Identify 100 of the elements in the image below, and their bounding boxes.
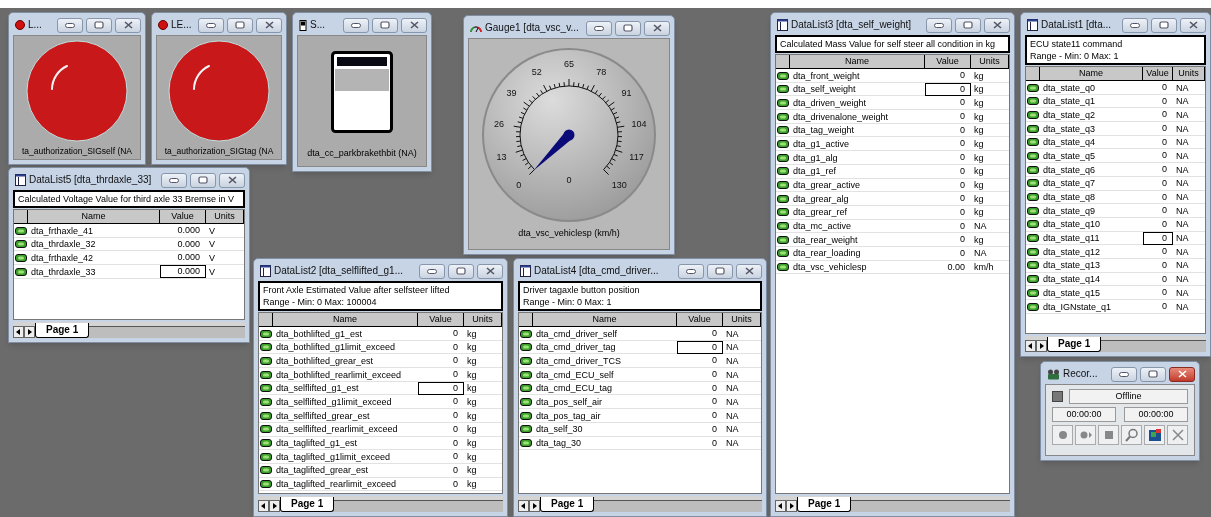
value-cell-text: 0: [711, 422, 718, 436]
units-text: kg: [973, 137, 985, 150]
column-header[interactable]: Name: [273, 313, 418, 326]
page-tab[interactable]: Page 1: [797, 497, 852, 512]
units-text: NA: [1175, 149, 1190, 162]
description-text: Range - Min: 0 Max: 1: [523, 296, 613, 308]
signal-name: dta_state_q15: [1042, 286, 1102, 299]
scale-label: 117: [629, 151, 644, 162]
units-text: NA: [1175, 245, 1190, 258]
page-tab[interactable]: Page 1: [540, 497, 595, 512]
signal-name: dta_thrdaxle_33: [30, 265, 97, 278]
column-header[interactable]: Units: [464, 313, 502, 326]
column-header[interactable]: Units: [206, 210, 244, 223]
column-header[interactable]: Name: [790, 55, 925, 68]
value-cell-text: 0: [452, 422, 459, 436]
signal-name: dta_state_q2: [1042, 108, 1097, 121]
column-header[interactable]: Value: [418, 313, 464, 326]
signal-name: dta_grear_active: [792, 179, 862, 191]
value-cell-text: 0: [1161, 81, 1168, 94]
value-cell[interactable]: 0: [418, 381, 464, 395]
value-cell-text: 0: [959, 246, 966, 260]
signal-name: dta_state_q3: [1042, 122, 1097, 135]
units-text: NA: [725, 368, 740, 381]
units-text: NA: [1175, 300, 1190, 313]
column-header[interactable]: Units: [723, 313, 761, 326]
signal-name: dta_tag_weight: [792, 124, 856, 137]
window-title: DataList1 [dta...: [1041, 19, 1113, 31]
units-text: NA: [1175, 163, 1190, 176]
value-cell-text: 0: [452, 436, 459, 450]
page-tab[interactable]: Page 1: [35, 323, 90, 338]
value-cell-text: 0: [452, 327, 459, 340]
column-header[interactable]: Units: [1173, 67, 1205, 80]
units-text: NA: [1175, 136, 1190, 149]
units-text: NA: [725, 437, 740, 449]
column-header[interactable]: Name: [1040, 67, 1143, 80]
description-text: Driver tagaxle button position: [523, 284, 641, 296]
value-cell-text: 0.000: [176, 251, 201, 265]
value-cell[interactable]: 0: [677, 340, 723, 354]
switch-caption: dta_cc_parkbrakethbit (NA): [307, 147, 417, 159]
units-text: NA: [725, 382, 740, 395]
signal-name: dta_bothlifted_rearlimit_exceed: [275, 368, 403, 381]
units-text: NA: [1175, 218, 1190, 231]
value-cell-text: 0.000: [176, 224, 201, 237]
description-text: Calculated Voltage Value for third axle 33 Bremse in V: [18, 193, 235, 205]
units-text: kg: [466, 341, 478, 354]
signal-name: dta_state_q4: [1042, 136, 1097, 149]
units-text: kg: [973, 69, 985, 82]
column-header[interactable]: Value: [677, 313, 723, 326]
column-header[interactable]: Name: [533, 313, 677, 326]
units-text: NA: [973, 220, 988, 233]
value-cell-text: 0: [711, 395, 718, 409]
column-header[interactable]: Units: [971, 55, 1009, 68]
value-cell[interactable]: 0: [925, 82, 971, 96]
column-header[interactable]: Value: [160, 210, 206, 223]
column-header[interactable]: Value: [925, 55, 971, 68]
value-cell-text: 0: [1161, 300, 1168, 313]
value-cell-text: 0: [452, 354, 459, 368]
value-cell-text: 0: [959, 178, 966, 192]
column-header[interactable]: Value: [1143, 67, 1173, 80]
value-cell-text: 0: [452, 463, 459, 477]
reading-text: 0: [566, 175, 572, 185]
units-text: NA: [1175, 177, 1190, 190]
units-text: kg: [973, 206, 985, 219]
units-text: kg: [466, 354, 478, 367]
scale-label: 13: [496, 151, 507, 162]
units-text: V: [208, 224, 216, 237]
value-cell-text: 0: [452, 477, 459, 491]
signal-name: dta_g1_active: [792, 137, 851, 150]
signal-name: dta_grear_alg: [792, 192, 850, 205]
signal-name: dta_bothlifted_grear_est: [275, 354, 375, 367]
signal-name: dta_state_q8: [1042, 191, 1097, 203]
value-cell-text: 0: [1161, 204, 1168, 218]
units-text: kg: [466, 327, 478, 340]
window-title: DataList4 [dta_cmd_driver...: [534, 265, 660, 277]
signal-name: dta_taglifted_g1_est: [275, 437, 359, 449]
units-text: kg: [466, 382, 478, 395]
gauge-caption: dta_vsc_vehiclesp (km/h): [518, 227, 620, 239]
units-text: NA: [1175, 204, 1190, 217]
page-tab[interactable]: Page 1: [280, 497, 335, 512]
value-cell-text: 0: [452, 450, 459, 464]
units-text: NA: [725, 354, 740, 367]
units-text: kg: [973, 151, 985, 164]
column-header[interactable]: Name: [28, 210, 160, 223]
value-cell-text: 0: [452, 368, 459, 382]
scale-label: 78: [596, 66, 607, 77]
units-text: kg: [466, 450, 478, 463]
page-tab[interactable]: Page 1: [1047, 337, 1102, 352]
value-cell-text: 0: [711, 368, 718, 382]
units-text: km/h: [973, 261, 995, 274]
signal-name: dta_state_q12: [1042, 245, 1102, 258]
value-cell[interactable]: 0: [1143, 231, 1173, 245]
units-text: V: [208, 238, 216, 251]
units-text: kg: [466, 395, 478, 408]
units-text: NA: [973, 247, 988, 260]
window-title: S...: [310, 19, 326, 31]
signal-name: dta_state_q1: [1042, 95, 1097, 108]
signal-name: dta_driven_weight: [792, 96, 868, 109]
status-field: Offline: [1069, 389, 1188, 404]
value-cell-text: 0.00: [946, 260, 966, 274]
value-cell[interactable]: 0.000: [160, 265, 206, 279]
